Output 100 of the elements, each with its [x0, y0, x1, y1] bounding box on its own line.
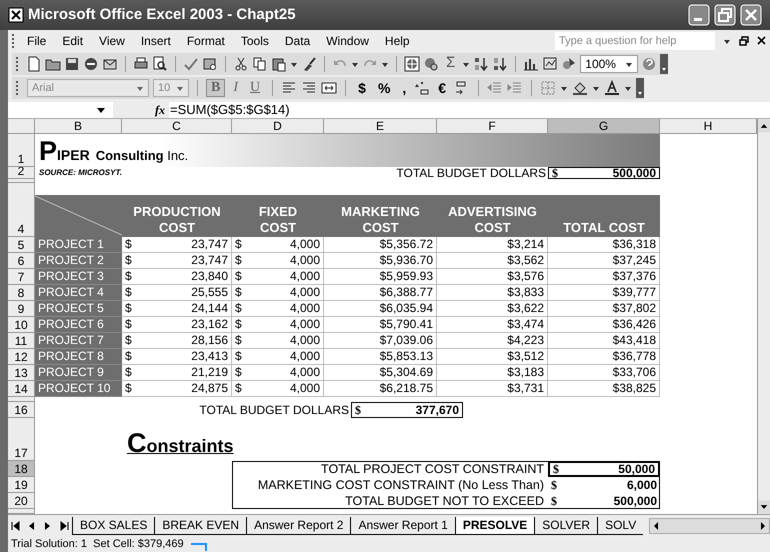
merge-center-icon[interactable] [321, 80, 338, 96]
restore-window-icon[interactable] [739, 36, 749, 46]
table-cell: $3,214 [507, 237, 544, 252]
sheet-tab[interactable]: SOLVER [534, 516, 598, 535]
help-search-field[interactable]: Type a question for help [555, 32, 715, 50]
currency-button[interactable]: $ [354, 80, 370, 96]
dropdown-arrow-icon[interactable] [560, 84, 568, 92]
row-header[interactable]: 18 [8, 461, 35, 478]
row-header[interactable]: 12 [8, 349, 35, 366]
menu-item[interactable]: Help [376, 30, 418, 51]
magnifier-page-icon[interactable] [152, 56, 168, 72]
row-header[interactable]: 11 [8, 333, 35, 350]
table-cell: $38,825 [612, 381, 656, 396]
copy-icon[interactable] [252, 56, 268, 72]
sheet-tab[interactable]: Answer Report 2 [246, 516, 350, 535]
dropdown-arrow-icon[interactable] [592, 84, 600, 92]
table-cell: 4,000 [290, 269, 320, 284]
row-header[interactable]: 16 [8, 402, 35, 418]
row-header[interactable]: 17 [8, 418, 35, 462]
toolbar-options-icon[interactable] [636, 78, 644, 98]
sort-ascending-icon[interactable] [473, 56, 490, 72]
font-color-icon[interactable] [604, 80, 620, 96]
row-header[interactable]: 14 [8, 381, 35, 398]
formula-field[interactable]: =SUM($G$5:$G$14) [169, 102, 770, 118]
dropdown-arrow-icon[interactable] [97, 106, 105, 114]
row-header[interactable]: 9 [8, 301, 35, 318]
row-header[interactable]: 1 [8, 134, 35, 168]
column-header[interactable]: H [660, 119, 757, 134]
increase-decimal-icon[interactable] [414, 80, 430, 96]
menu-item[interactable]: File [19, 30, 54, 51]
table-cell: 4,000 [290, 317, 320, 332]
sheet-tab[interactable]: Answer Report 1 [350, 516, 455, 535]
menu-item[interactable]: Tools [232, 30, 277, 51]
row-header[interactable]: 20 [8, 493, 35, 510]
autosum-button[interactable]: Σ [442, 52, 460, 75]
sheet-tab[interactable]: SOLV [597, 516, 644, 535]
row-header[interactable]: 13 [8, 365, 35, 382]
minimize-button[interactable] [688, 4, 710, 26]
row-header[interactable]: 8 [8, 285, 35, 302]
paint-bucket-icon[interactable] [572, 80, 588, 96]
row-header[interactable]: 4 [8, 183, 35, 238]
row-header[interactable]: 5 [8, 237, 35, 254]
drawing-tools-icon[interactable] [542, 56, 558, 72]
scroll-down-icon[interactable] [758, 500, 770, 514]
column-header[interactable]: G [548, 119, 660, 134]
row-header[interactable]: 6 [8, 253, 35, 270]
constraint-label: TOTAL BUDGET NOT TO EXCEED [345, 492, 544, 510]
insert-function-button[interactable]: fx [155, 100, 165, 119]
close-window-icon[interactable] [757, 36, 766, 46]
row-header[interactable]: 19 [8, 477, 35, 494]
sheet-tab[interactable]: BOX SALES [72, 516, 154, 535]
scissors-icon[interactable] [233, 56, 249, 72]
help-icon[interactable] [641, 56, 658, 72]
menu-item[interactable]: Insert [132, 30, 179, 51]
menu-item[interactable]: Edit [54, 30, 92, 51]
menu-item[interactable]: Window [318, 30, 377, 51]
row-header[interactable]: 7 [8, 269, 35, 286]
globe-link-icon[interactable] [404, 56, 420, 72]
column-header[interactable]: B [35, 119, 122, 134]
currency-sign: $ [125, 317, 132, 332]
menu-item[interactable]: Data [276, 30, 318, 51]
row-header[interactable]: 10 [8, 317, 35, 334]
currency-sign: $ [125, 365, 132, 380]
no-entry-icon[interactable] [83, 56, 99, 72]
sheet-tab[interactable]: BREAK EVEN [154, 516, 246, 535]
total-label: TOTAL BUDGET DOLLARS [396, 165, 546, 182]
zoom-dropdown[interactable]: 100% [580, 54, 638, 73]
comma-style-button[interactable]: , [398, 80, 410, 96]
shapes-icon[interactable] [561, 56, 578, 72]
menu-item[interactable]: View [91, 30, 133, 51]
save-icon[interactable] [64, 56, 80, 72]
euro-button[interactable]: € [434, 80, 450, 96]
column-header[interactable]: C [122, 119, 232, 134]
last-sheet-icon[interactable] [58, 520, 70, 532]
close-button[interactable] [740, 4, 762, 26]
clipboard-icon[interactable] [271, 56, 287, 72]
sort-descending-icon[interactable] [492, 56, 508, 72]
paintbrush-icon[interactable] [301, 56, 317, 72]
sheet-tab[interactable]: PRESOLVE [454, 516, 534, 535]
checkmark-icon[interactable] [183, 56, 199, 72]
horizontal-scrollbar[interactable] [649, 518, 770, 534]
constraint-value: 50,000 [618, 461, 655, 478]
table-cell: 4,000 [290, 237, 320, 252]
scroll-up-icon[interactable] [758, 119, 770, 134]
restore-button[interactable] [714, 4, 736, 26]
table-cell: 24,144 [191, 301, 228, 316]
dropdown-arrow-icon[interactable] [624, 84, 632, 92]
menu-item[interactable]: Format [178, 30, 233, 51]
vertical-scrollbar[interactable] [757, 119, 770, 514]
first-sheet-icon[interactable] [10, 520, 22, 532]
table-cell: $6,218.75 [380, 381, 433, 396]
table-cell: $3,474 [507, 317, 544, 332]
column-header[interactable]: E [324, 119, 437, 134]
new-document-icon[interactable] [26, 56, 42, 72]
column-header[interactable]: D [232, 119, 324, 134]
italic-button[interactable]: I [229, 80, 242, 96]
underline-button[interactable]: U [246, 80, 264, 96]
percent-button[interactable]: % [374, 80, 394, 96]
column-header[interactable]: F [437, 119, 548, 134]
toolbar-options-icon[interactable] [660, 54, 668, 74]
